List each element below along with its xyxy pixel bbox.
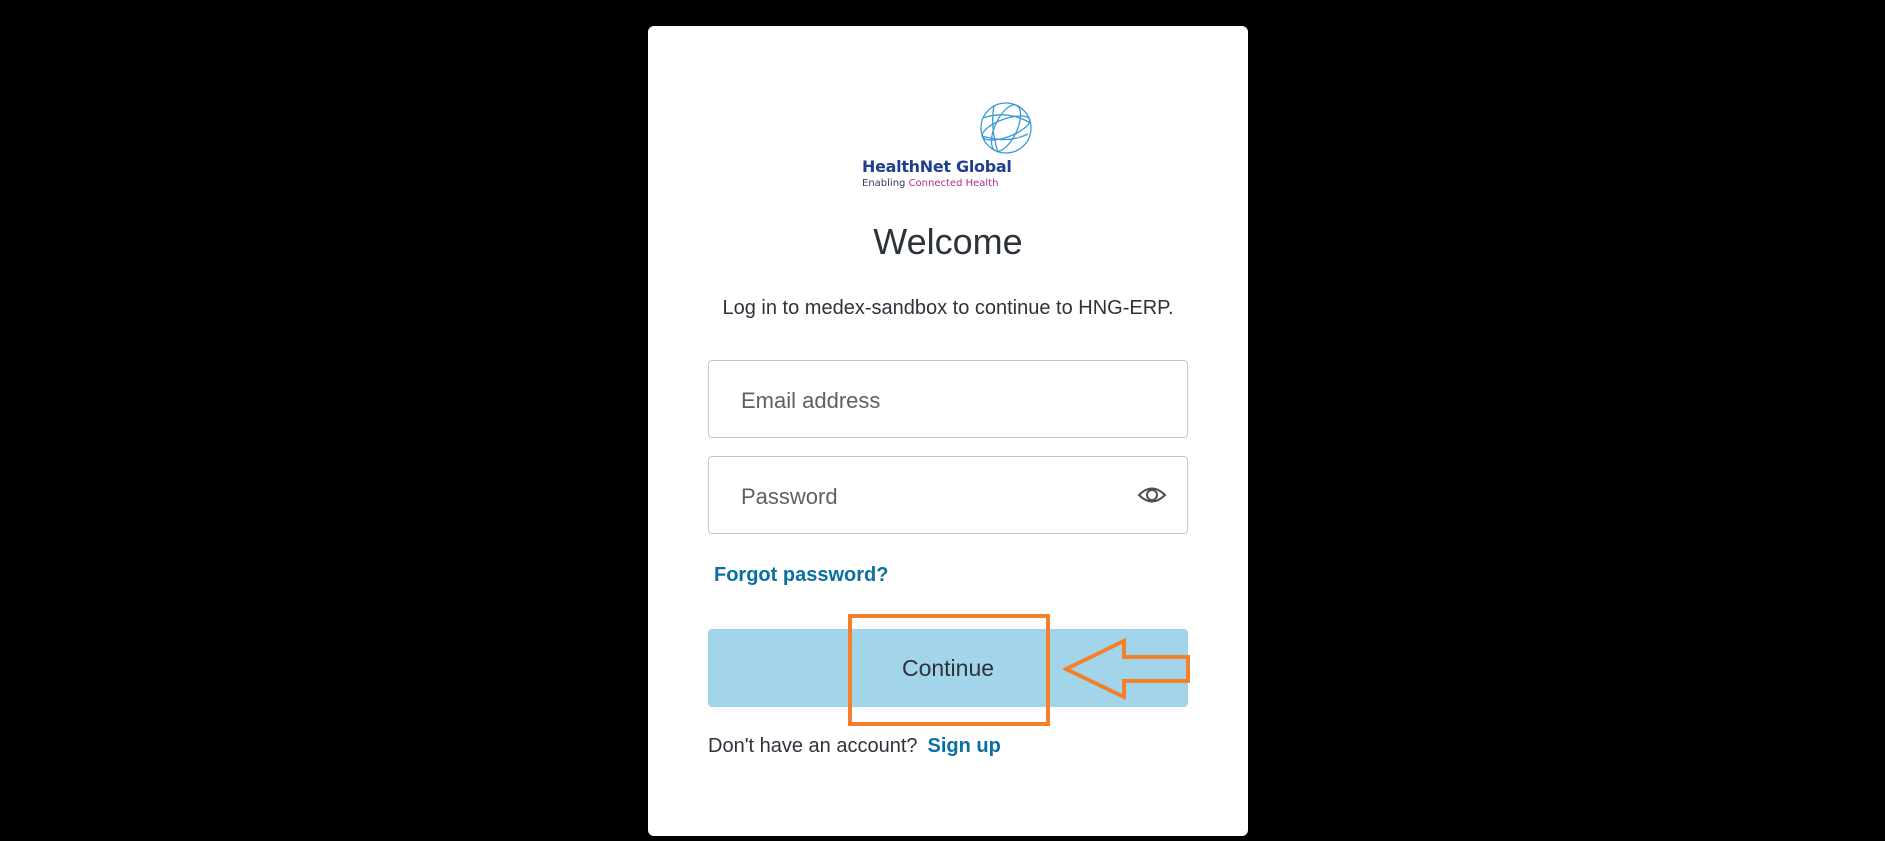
tagline-prefix: Enabling <box>862 178 906 189</box>
email-field[interactable]: Email address <box>708 360 1188 438</box>
login-subtitle: Log in to medex-sandbox to continue to H… <box>722 297 1174 319</box>
password-placeholder: Password <box>741 484 838 509</box>
eye-icon[interactable] <box>1137 482 1167 508</box>
healthnet-logo: HealthNet Global Enabling Connected Heal… <box>858 100 1038 210</box>
no-account-text: Don't have an account? <box>708 735 918 757</box>
continue-button[interactable]: Continue <box>708 629 1188 707</box>
page-title: Welcome <box>873 221 1023 262</box>
signup-link[interactable]: Sign up <box>928 735 1001 757</box>
globe-icon <box>980 102 1032 154</box>
email-placeholder: Email address <box>741 388 881 413</box>
login-card: HealthNet Global Enabling Connected Heal… <box>648 26 1248 836</box>
brand-name: HealthNet Global <box>862 157 1012 176</box>
forgot-password-link[interactable]: Forgot password? <box>714 564 888 587</box>
tagline-highlight: Connected Health <box>908 178 999 189</box>
password-field[interactable]: Password <box>708 456 1188 534</box>
continue-button-label: Continue <box>901 655 995 681</box>
brand-tagline: Enabling Connected Health <box>862 178 998 189</box>
signup-row: Don't have an account? Sign up <box>708 735 1001 758</box>
